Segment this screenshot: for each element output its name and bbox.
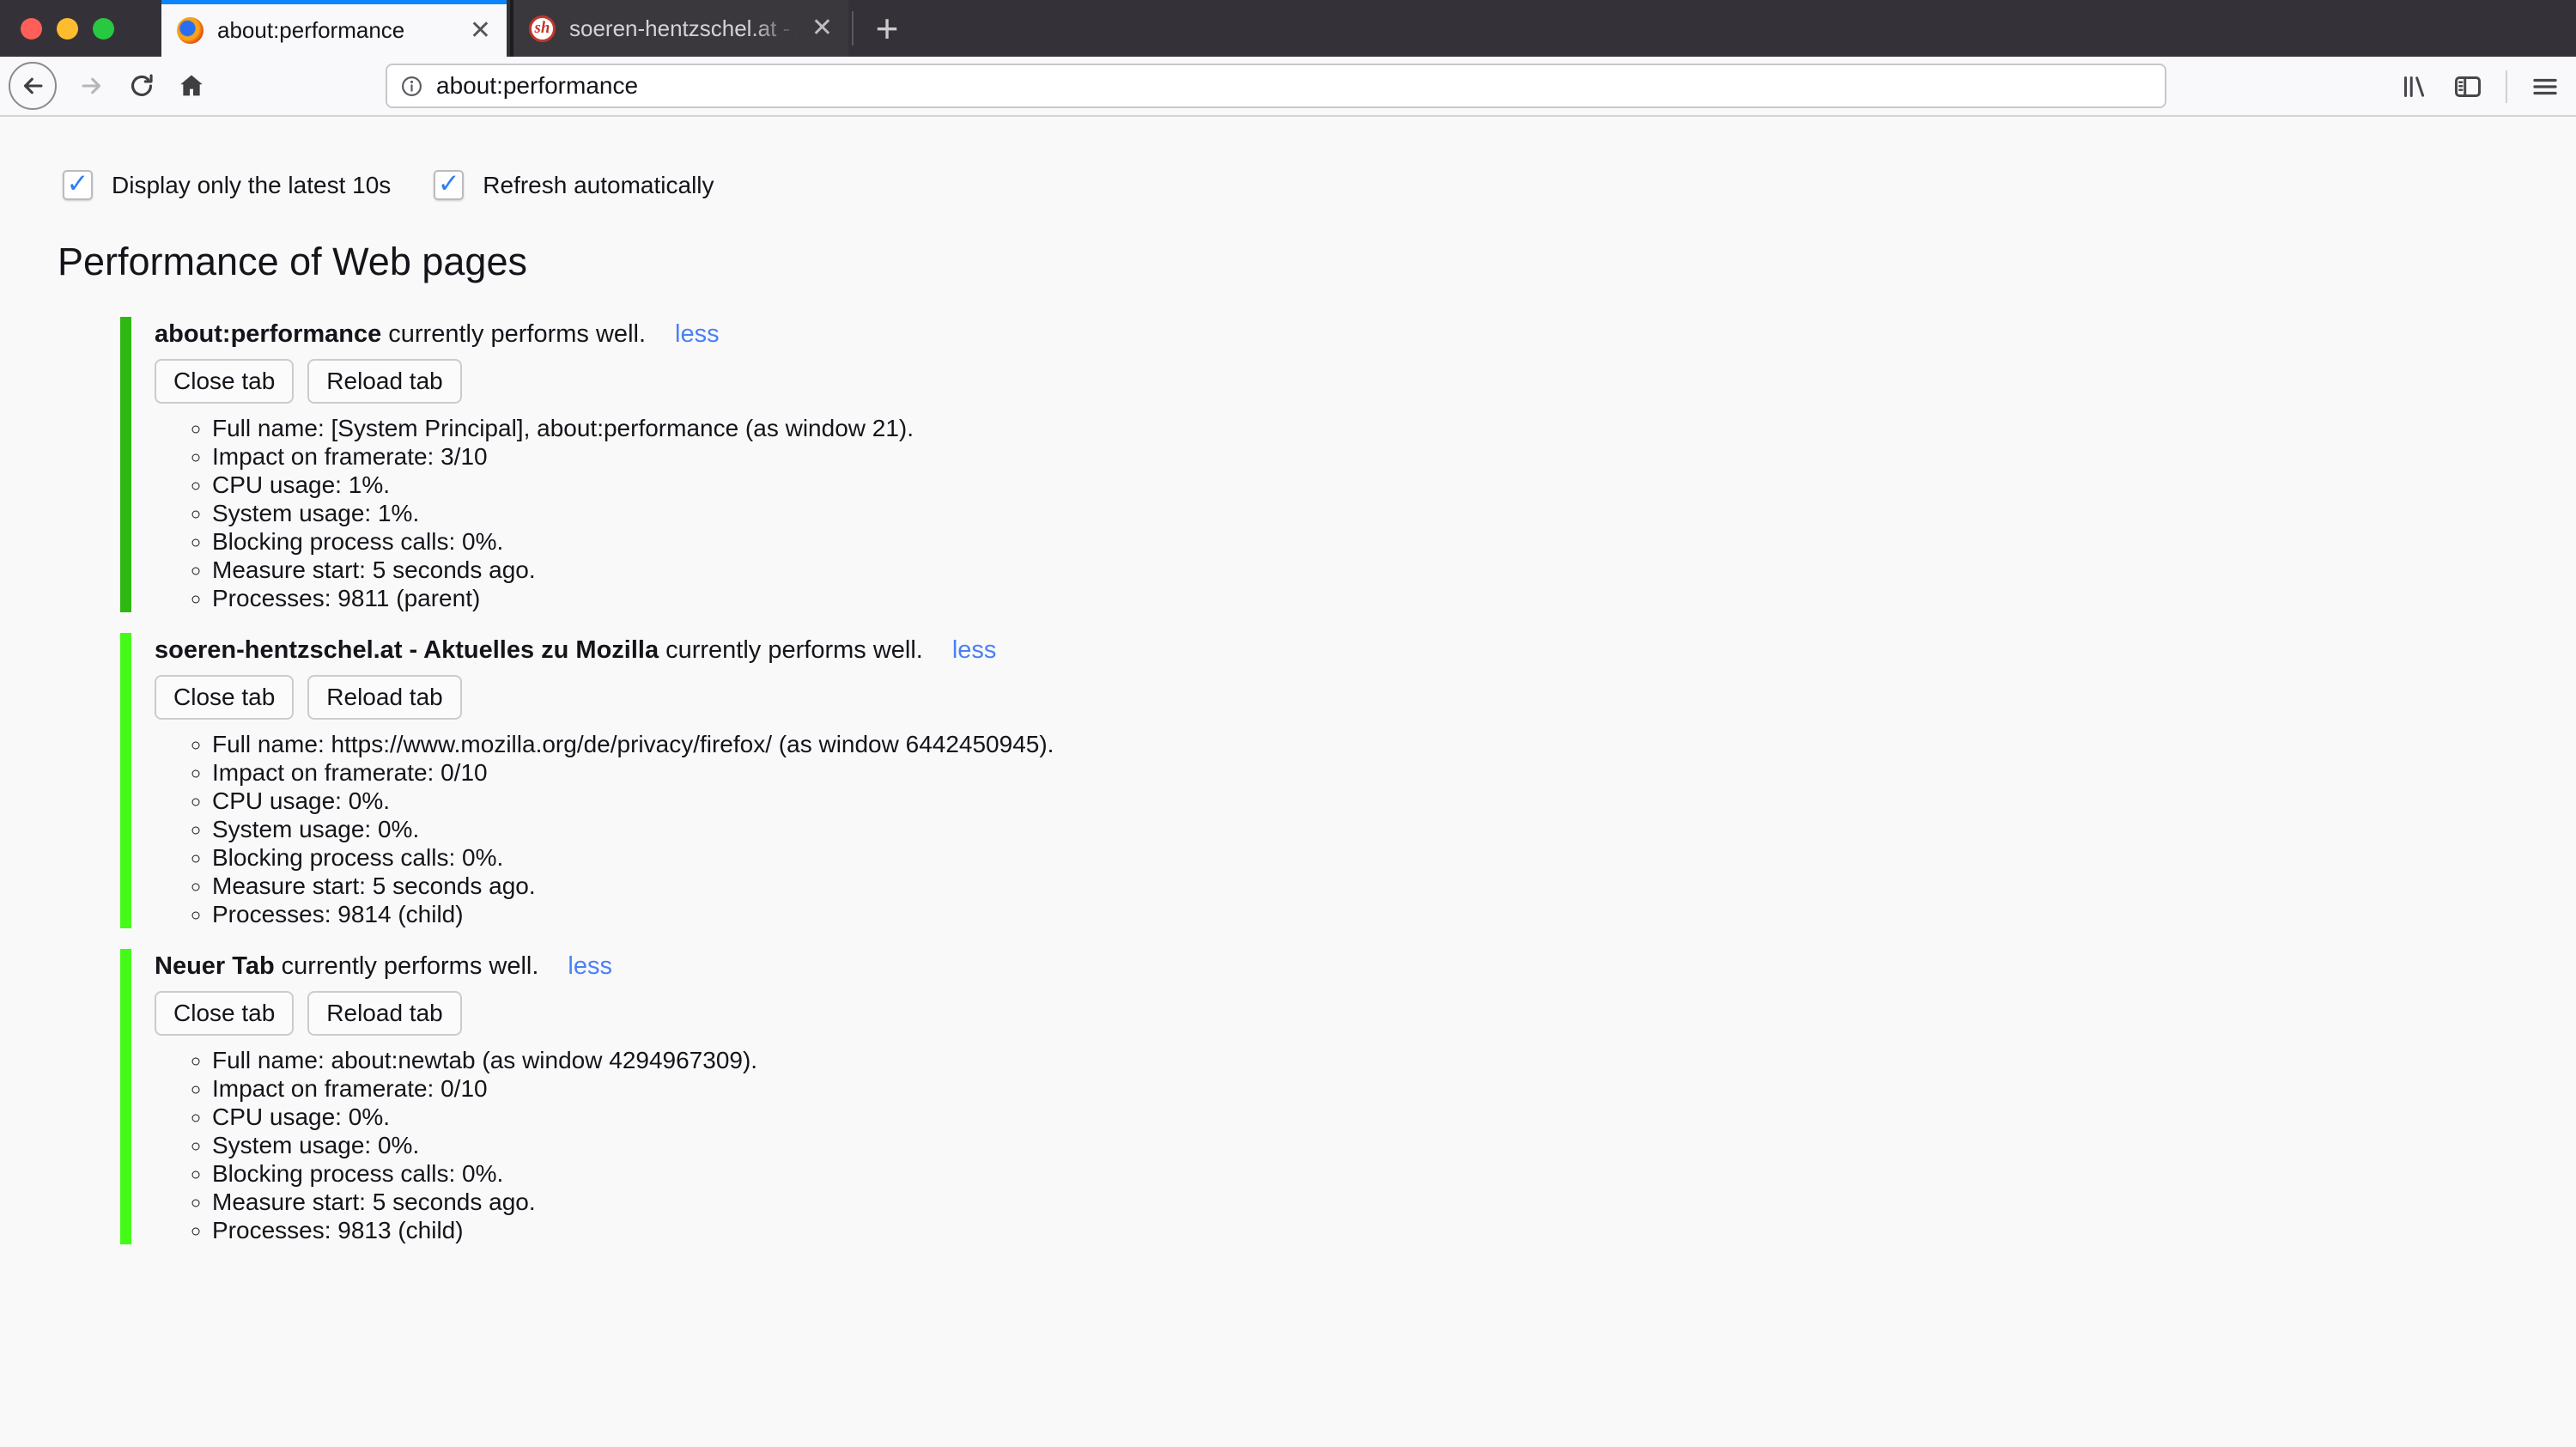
- page-name: about:performance: [155, 320, 382, 348]
- performance-indicator-bar: [120, 633, 131, 928]
- reload-tab-button[interactable]: Reload tab: [307, 359, 462, 404]
- section-header: soeren-hentzschel.at - Aktuelles zu Mozi…: [155, 635, 1054, 666]
- check-icon: ✓: [66, 167, 89, 198]
- page-name: soeren-hentzschel.at - Aktuelles zu Mozi…: [155, 636, 659, 664]
- perf-detail-list: Full name: about:newtab (as window 42949…: [155, 1046, 757, 1244]
- perf-detail-item: Processes: 9813 (child): [212, 1216, 757, 1244]
- close-tab-icon[interactable]: ✕: [470, 17, 491, 44]
- page-title: Performance of Web pages: [58, 240, 527, 283]
- perf-detail-item: Processes: 9814 (child): [212, 900, 1054, 928]
- status-text: currently performs well.: [665, 636, 923, 664]
- perf-detail-item: CPU usage: 0%.: [212, 787, 1054, 815]
- status-text: currently performs well.: [281, 952, 539, 980]
- tab-title: soeren-hentzschel.at - Aktuelle: [569, 15, 803, 41]
- forward-icon: [82, 77, 101, 94]
- tab-separator: [852, 11, 854, 46]
- sidebar-icon[interactable]: [2452, 71, 2483, 102]
- home-button[interactable]: [177, 71, 206, 100]
- perf-detail-item: Measure start: 5 seconds ago.: [212, 1188, 757, 1216]
- sh-site-icon: sh: [529, 15, 556, 42]
- menu-icon[interactable]: [2530, 71, 2561, 102]
- forward-button: [77, 71, 106, 100]
- tab-bar: about:performance ✕ sh soeren-hentzschel…: [0, 0, 2576, 57]
- perf-detail-item: System usage: 0%.: [212, 815, 1054, 843]
- less-link[interactable]: less: [675, 320, 720, 348]
- section-header: about:performance currently performs well…: [155, 319, 914, 350]
- display-options: ✓ Display only the latest 10s ✓ Refresh …: [63, 167, 2576, 200]
- perf-detail-item: Impact on framerate: 0/10: [212, 758, 1054, 787]
- section-header: Neuer Tab currently performs well. less: [155, 951, 757, 982]
- section-actions: Close tab Reload tab: [155, 359, 914, 404]
- close-window-button[interactable]: [21, 17, 42, 40]
- checkbox-label[interactable]: Refresh automatically: [483, 172, 714, 199]
- url-bar[interactable]: about:performance: [386, 64, 2166, 108]
- tab-title: about:performance: [217, 17, 405, 43]
- library-icon[interactable]: [2399, 71, 2430, 102]
- reload-button[interactable]: [127, 71, 156, 100]
- perf-detail-item: Blocking process calls: 0%.: [212, 527, 914, 556]
- performance-sections: about:performance currently performs well…: [0, 317, 2576, 1244]
- perf-detail-item: Impact on framerate: 3/10: [212, 442, 914, 471]
- check-icon: ✓: [437, 167, 460, 198]
- url-input[interactable]: about:performance: [436, 72, 2115, 100]
- performance-indicator-bar: [120, 949, 131, 1244]
- minimize-window-button[interactable]: [57, 17, 78, 40]
- perf-detail-item: System usage: 0%.: [212, 1131, 757, 1159]
- tab-soeren-hentzschel[interactable]: sh soeren-hentzschel.at - Aktuelle ✕: [510, 0, 848, 57]
- perf-section-neuer-tab: Neuer Tab currently performs well. less Cl…: [120, 949, 2576, 1244]
- back-icon: [23, 77, 43, 94]
- checkbox-refresh-auto[interactable]: ✓: [434, 167, 465, 200]
- nav-buttons: [0, 62, 206, 110]
- home-icon: [180, 75, 203, 96]
- perf-detail-list: Full name: https://www.mozilla.org/de/pr…: [155, 730, 1054, 928]
- section-actions: Close tab Reload tab: [155, 675, 1054, 720]
- perf-detail-item: System usage: 1%.: [212, 499, 914, 527]
- status-text: currently performs well.: [388, 320, 647, 348]
- perf-detail-list: Full name: [System Principal], about:per…: [155, 414, 914, 612]
- navigation-toolbar: about:performance: [0, 57, 2576, 117]
- perf-detail-item: Full name: [System Principal], about:per…: [212, 414, 914, 442]
- perf-detail-item: Measure start: 5 seconds ago.: [212, 556, 914, 584]
- perf-detail-item: CPU usage: 0%.: [212, 1103, 757, 1131]
- reload-tab-button[interactable]: Reload tab: [307, 675, 462, 720]
- close-tab-button[interactable]: Close tab: [155, 675, 295, 720]
- window-controls: [21, 0, 114, 57]
- about-performance-page: ✓ Display only the latest 10s ✓ Refresh …: [0, 117, 2576, 1244]
- firefox-icon: [177, 17, 204, 44]
- reload-tab-button[interactable]: Reload tab: [307, 991, 462, 1036]
- performance-indicator-bar: [120, 317, 131, 612]
- perf-detail-item: Blocking process calls: 0%.: [212, 843, 1054, 872]
- checkbox-display-latest[interactable]: ✓: [63, 167, 93, 200]
- page-name: Neuer Tab: [155, 952, 275, 980]
- less-link[interactable]: less: [952, 636, 997, 664]
- perf-detail-item: CPU usage: 1%.: [212, 471, 914, 499]
- section-actions: Close tab Reload tab: [155, 991, 757, 1036]
- perf-detail-item: Impact on framerate: 0/10: [212, 1074, 757, 1103]
- close-tab-button[interactable]: Close tab: [155, 359, 295, 404]
- page-info-icon[interactable]: [399, 74, 424, 99]
- close-tab-icon[interactable]: ✕: [811, 15, 833, 41]
- perf-detail-item: Blocking process calls: 0%.: [212, 1159, 757, 1188]
- close-tab-button[interactable]: Close tab: [155, 991, 295, 1036]
- back-button[interactable]: [9, 62, 57, 110]
- perf-section-soeren-hentzschel: soeren-hentzschel.at - Aktuelles zu Mozi…: [120, 633, 2576, 928]
- reload-icon: [131, 74, 153, 96]
- toolbar-right: [2399, 57, 2561, 117]
- less-link[interactable]: less: [568, 952, 612, 980]
- perf-detail-item: Measure start: 5 seconds ago.: [212, 872, 1054, 900]
- perf-detail-item: Full name: https://www.mozilla.org/de/pr…: [212, 730, 1054, 758]
- perf-detail-item: Processes: 9811 (parent): [212, 584, 914, 612]
- checkbox-label[interactable]: Display only the latest 10s: [112, 172, 391, 199]
- new-tab-button[interactable]: +: [860, 0, 914, 57]
- zoom-window-button[interactable]: [93, 17, 114, 40]
- perf-section-about-performance: about:performance currently performs well…: [120, 317, 2576, 612]
- tab-about-performance[interactable]: about:performance ✕: [161, 0, 507, 57]
- toolbar-separator: [2506, 70, 2507, 103]
- perf-detail-item: Full name: about:newtab (as window 42949…: [212, 1046, 757, 1074]
